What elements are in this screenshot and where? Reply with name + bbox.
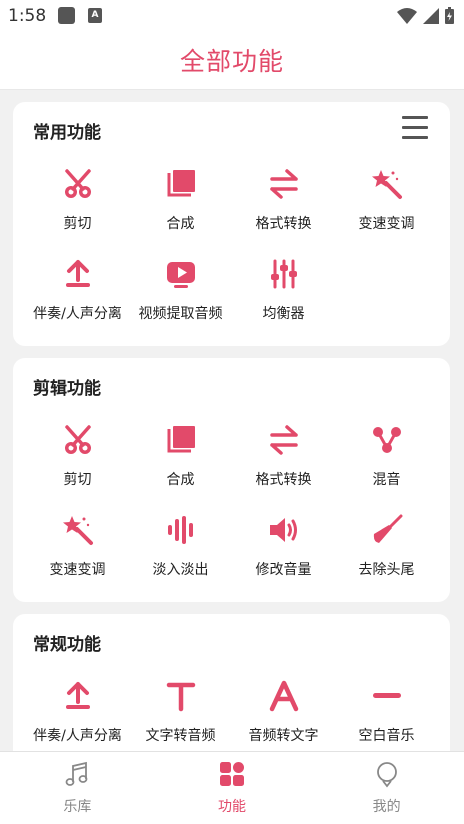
wifi-icon [397,7,417,24]
feature-item[interactable]: 去除头尾 [335,508,438,598]
scissors-icon [62,424,94,456]
feature-item[interactable]: 剪切 [26,418,129,508]
bottom-nav: 乐库 功能 我的 [0,751,464,824]
nav-label: 我的 [372,799,401,815]
feature-grid: 剪切 合成 格式转换 变速变调伴奏/人声分离 视频提取音频 均衡器 [26,162,438,342]
convert-icon [268,424,300,456]
feature-grid: 剪切 合成 格式转换 混音变速变调 淡入淡出 修改音量 去除头尾 [26,418,438,598]
merge-icon [165,424,197,456]
feature-item[interactable]: 伴奏/人声分离 [26,252,129,342]
text-a-icon [268,680,300,712]
feature-item[interactable]: 变速变调 [335,162,438,252]
feature-label: 伴奏/人声分离 [33,728,122,744]
feature-label: 空白音乐 [358,728,415,744]
fade-icon [165,514,197,546]
nav-label: 功能 [218,799,246,815]
feature-item[interactable]: 均衡器 [232,252,335,342]
feature-item[interactable]: 变速变调 [26,508,129,598]
feature-item[interactable]: 音频转文字 [232,674,335,751]
feature-label: 变速变调 [358,216,415,232]
section-common: 常用功能 剪切 合成 格式转换 变速变调伴奏/人声分离 视频提取音频 均衡器 [13,102,450,346]
feature-item[interactable]: 合成 [129,418,232,508]
feature-label: 文字转音频 [145,728,216,744]
magic-wand-icon [371,168,403,200]
feature-item[interactable]: 伴奏/人声分离 [26,674,129,751]
section-title: 常规功能 [33,635,101,655]
grid-icon [218,760,246,788]
feature-item[interactable]: 修改音量 [232,508,335,598]
status-indicators [397,7,454,24]
feature-item[interactable]: 空白音乐 [335,674,438,751]
status-time: 1:58 [8,6,47,26]
text-t-icon [165,680,197,712]
feature-label: 格式转换 [255,216,312,232]
minus-icon [371,680,403,712]
battery-icon [445,7,454,24]
page-title: 全部功能 [179,47,284,76]
nav-item-library[interactable]: 乐库 [0,752,155,824]
music-note-icon [63,760,91,788]
feature-list[interactable]: 常用功能 剪切 合成 格式转换 变速变调 伴奏/人声分离 视频提取音频 均衡器 剪辑功能 剪… [0,90,464,751]
feature-label: 合成 [166,472,195,488]
upload-icon [62,680,94,712]
magic-wand-icon [62,514,94,546]
feature-label: 伴奏/人声分离 [33,306,122,322]
feature-label: 淡入淡出 [152,562,209,578]
trowel-icon [371,514,403,546]
feature-label: 音频转文字 [248,728,319,744]
feature-item[interactable]: 淡入淡出 [129,508,232,598]
signal-icon [423,7,439,24]
feature-item[interactable]: 合成 [129,162,232,252]
feature-label: 剪切 [63,216,92,232]
feature-label: 格式转换 [255,472,312,488]
mix-icon [371,424,403,456]
volume-icon [268,514,300,546]
menu-icon[interactable] [402,116,428,140]
video-icon [165,258,197,290]
feature-item[interactable]: 混音 [335,418,438,508]
feature-label: 合成 [166,216,195,232]
equalizer-icon [268,258,300,290]
feature-label: 去除头尾 [358,562,415,578]
nav-label: 乐库 [63,799,92,815]
nav-item-features[interactable]: 功能 [155,752,310,824]
feature-label: 修改音量 [255,562,312,578]
feature-item[interactable]: 视频提取音频 [129,252,232,342]
notification-icon [58,7,75,24]
convert-icon [268,168,300,200]
merge-icon [165,168,197,200]
profile-icon [373,760,401,788]
feature-grid: 伴奏/人声分离 文字转音频 音频转文字 空白音乐 [26,674,438,751]
section-general: 常规功能 伴奏/人声分离 文字转音频 音频转文字 空白音乐 [13,614,450,751]
feature-label: 变速变调 [49,562,106,578]
feature-item[interactable]: 格式转换 [232,162,335,252]
scissors-icon [62,168,94,200]
section-title: 剪辑功能 [33,379,101,399]
feature-item[interactable]: 剪切 [26,162,129,252]
feature-label: 视频提取音频 [138,306,223,322]
feature-label: 剪切 [63,472,92,488]
feature-label: 混音 [372,472,401,488]
section-edit: 剪辑功能 剪切 合成 格式转换 混音变速变调 淡入淡出 修改音量 去除头尾 [13,358,450,602]
nav-item-mine[interactable]: 我的 [309,752,464,824]
status-bar: 1:58 A [0,0,464,32]
notification-letter-icon: A [88,8,102,23]
feature-item[interactable]: 文字转音频 [129,674,232,751]
feature-label: 均衡器 [262,306,305,322]
feature-item[interactable]: 格式转换 [232,418,335,508]
section-title: 常用功能 [33,123,101,143]
upload-icon [62,258,94,290]
app-bar: 全部功能 [0,32,464,90]
